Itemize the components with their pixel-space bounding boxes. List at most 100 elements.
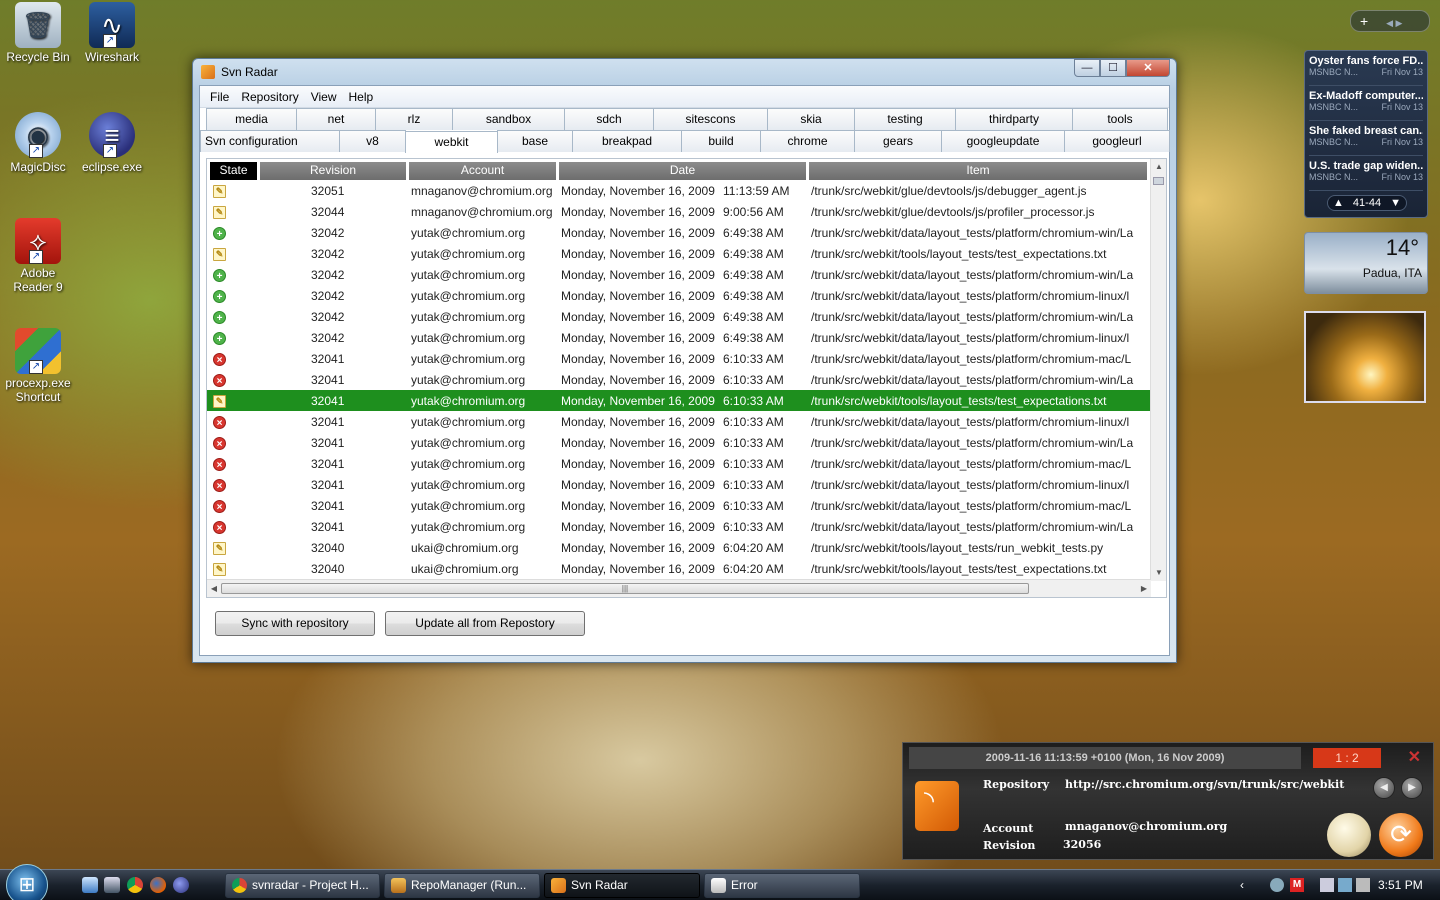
table-row[interactable]: ✎ 32040 ukai@chromium.org Monday, November …: [207, 558, 1166, 579]
taskbar-item-repomanager[interactable]: RepoManager (Run...: [384, 873, 540, 898]
tab-v8[interactable]: v8: [339, 130, 406, 152]
news-item[interactable]: She faked breast can... MSNBC N... Fri No…: [1309, 125, 1423, 156]
update-all-from-repository-button[interactable]: Update all from Repostory: [385, 611, 585, 636]
table-row[interactable]: +32042 yutak@chromium.org Monday, November…: [207, 327, 1166, 348]
show-hidden-icons-icon[interactable]: ‹: [1240, 870, 1244, 900]
tab-thirdparty[interactable]: thirdparty: [955, 108, 1073, 130]
table-row[interactable]: +32042 yutak@chromium.org Monday, November…: [207, 222, 1166, 243]
tab-sandbox[interactable]: sandbox: [452, 108, 565, 130]
scroll-up-icon[interactable]: ▲: [1151, 159, 1166, 175]
desktop-icon-wireshark[interactable]: ∿ ↗ Wireshark: [74, 2, 150, 64]
sidebar-nav-arrows-icon[interactable]: ◀ ▶: [1386, 18, 1402, 28]
column-header-item[interactable]: Item: [809, 162, 1147, 180]
column-header-revision[interactable]: Revision: [260, 162, 406, 180]
taskbar-item-svnradar-project[interactable]: svnradar - Project H...: [225, 873, 380, 898]
tab-testing[interactable]: testing: [854, 108, 956, 130]
network-tray-icon[interactable]: [1270, 878, 1284, 892]
open-log-icon[interactable]: [1327, 813, 1371, 857]
table-row[interactable]: ✎ 32051 mnaganov@chromium.org Monday, Novem…: [207, 180, 1166, 201]
table-row[interactable]: ✎ 32040 ukai@chromium.org Monday, November …: [207, 537, 1166, 558]
desktop-icon-magicdisc[interactable]: ◉ ↗ MagicDisc: [0, 112, 76, 174]
taskbar-item-error[interactable]: Error: [704, 873, 860, 898]
tab-skia[interactable]: skia: [767, 108, 855, 130]
taskbar-item-svn-radar[interactable]: Svn Radar: [544, 873, 700, 898]
network-status-tray-icon[interactable]: [1338, 878, 1352, 892]
maximize-button[interactable]: ☐: [1100, 59, 1126, 77]
news-item[interactable]: Ex-Madoff computer... MSNBC N... Fri Nov …: [1309, 90, 1423, 121]
start-button[interactable]: ⊞: [6, 864, 48, 900]
notification-next-icon[interactable]: ▶: [1401, 777, 1423, 799]
news-prev-icon[interactable]: ▲: [1333, 197, 1344, 209]
news-next-icon[interactable]: ▼: [1390, 197, 1401, 209]
window-titlebar[interactable]: Svn Radar: [193, 59, 1176, 85]
table-row[interactable]: × 32041 yutak@chromium.org Monday, November…: [207, 453, 1166, 474]
tab-svn-configuration[interactable]: Svn configuration: [200, 130, 340, 152]
desktop-icon-eclipse[interactable]: ≡ ↗ eclipse.exe: [74, 112, 150, 174]
table-row[interactable]: × 32041 yutak@chromium.org Monday, November…: [207, 411, 1166, 432]
menu-help[interactable]: Help: [343, 90, 380, 104]
vertical-scrollbar[interactable]: ▲ ▼: [1150, 159, 1166, 581]
scroll-left-icon[interactable]: ◀: [207, 580, 221, 597]
horizontal-scroll-thumb[interactable]: |||: [221, 583, 1029, 594]
tab-sitescons[interactable]: sitescons: [653, 108, 768, 130]
sidebar-controls[interactable]: + ◀ ▶: [1350, 10, 1430, 32]
table-row[interactable]: ✎ 32044 mnaganov@chromium.org Monday, Novem…: [207, 201, 1166, 222]
menu-repository[interactable]: Repository: [235, 90, 304, 104]
sync-with-repository-button[interactable]: Sync with repository: [215, 611, 375, 636]
tab-gears[interactable]: gears: [854, 130, 942, 152]
show-desktop-icon[interactable]: [82, 877, 98, 893]
add-gadget-icon[interactable]: +: [1360, 13, 1368, 29]
column-header-state[interactable]: State: [210, 162, 257, 180]
news-item[interactable]: U.S. trade gap widen... MSNBC N... Fri No…: [1309, 160, 1423, 191]
tab-build[interactable]: build: [681, 130, 761, 152]
column-header-date[interactable]: Date: [559, 162, 806, 180]
desktop-icon-adobe-reader[interactable]: ⟡ ↗ Adobe Reader 9: [0, 218, 76, 294]
tab-media[interactable]: media: [206, 108, 297, 130]
tab-sdch[interactable]: sdch: [564, 108, 654, 130]
tab-googleupdate[interactable]: googleupdate: [941, 130, 1065, 152]
switch-windows-icon[interactable]: [104, 877, 120, 893]
tab-rlz[interactable]: rlz: [375, 108, 453, 130]
table-row[interactable]: +32042 yutak@chromium.org Monday, November…: [207, 306, 1166, 327]
table-row[interactable]: × 32041 yutak@chromium.org Monday, November…: [207, 516, 1166, 537]
tab-net[interactable]: net: [296, 108, 376, 130]
desktop-icon-recycle-bin[interactable]: 🗑 Recycle Bin: [0, 2, 76, 64]
notification-prev-icon[interactable]: ◀: [1373, 777, 1395, 799]
tab-tools[interactable]: tools: [1072, 108, 1168, 130]
tab-base[interactable]: base: [497, 130, 573, 152]
menu-file[interactable]: File: [204, 90, 235, 104]
desktop-icon-procexp[interactable]: ↗ procexp.exe Shortcut: [0, 328, 76, 404]
weather-gadget[interactable]: 14° Padua, ITA: [1304, 232, 1428, 294]
gmail-tray-icon[interactable]: M: [1290, 878, 1304, 892]
table-row[interactable]: × 32041 yutak@chromium.org Monday, November…: [207, 369, 1166, 390]
table-row[interactable]: × 32041 yutak@chromium.org Monday, November…: [207, 495, 1166, 516]
tab-googleurl[interactable]: googleurl: [1064, 130, 1170, 152]
news-item[interactable]: Oyster fans force FD... MSNBC N... Fri No…: [1309, 55, 1423, 86]
table-row[interactable]: +32042 yutak@chromium.org Monday, November…: [207, 264, 1166, 285]
scroll-right-icon[interactable]: ▶: [1137, 580, 1151, 597]
table-row[interactable]: × 32041 yutak@chromium.org Monday, November…: [207, 348, 1166, 369]
close-button[interactable]: ✕: [1126, 59, 1170, 77]
chrome-icon[interactable]: [127, 877, 143, 893]
horizontal-scrollbar[interactable]: ◀ ||| ▶: [207, 579, 1151, 597]
notification-close-icon[interactable]: ✕: [1408, 747, 1421, 767]
tab-webkit[interactable]: webkit: [405, 131, 498, 153]
eclipse-quicklaunch-icon[interactable]: [173, 877, 189, 893]
commit-grid[interactable]: State Revision Account Date Item ✎ 32051 m…: [206, 158, 1167, 598]
table-row[interactable]: +32042 yutak@chromium.org Monday, November…: [207, 285, 1166, 306]
volume-tray-icon[interactable]: [1356, 878, 1370, 892]
device-tray-icon[interactable]: [1320, 878, 1334, 892]
tab-breakpad[interactable]: breakpad: [572, 130, 682, 152]
slideshow-gadget[interactable]: [1304, 311, 1426, 403]
minimize-button[interactable]: —: [1074, 59, 1100, 77]
tab-chrome[interactable]: chrome: [760, 130, 855, 152]
menu-view[interactable]: View: [305, 90, 343, 104]
table-row[interactable]: ✎ 32042 yutak@chromium.org Monday, November…: [207, 243, 1166, 264]
refresh-icon[interactable]: ⟳: [1379, 813, 1423, 857]
table-row[interactable]: × 32041 yutak@chromium.org Monday, November…: [207, 432, 1166, 453]
vertical-scroll-thumb[interactable]: [1153, 177, 1164, 185]
taskbar-clock[interactable]: 3:51 PM: [1378, 870, 1423, 900]
firefox-icon[interactable]: [150, 877, 166, 893]
table-row[interactable]: ✎ 32041 yutak@chromium.org Monday, November…: [207, 390, 1166, 411]
column-header-account[interactable]: Account: [409, 162, 556, 180]
